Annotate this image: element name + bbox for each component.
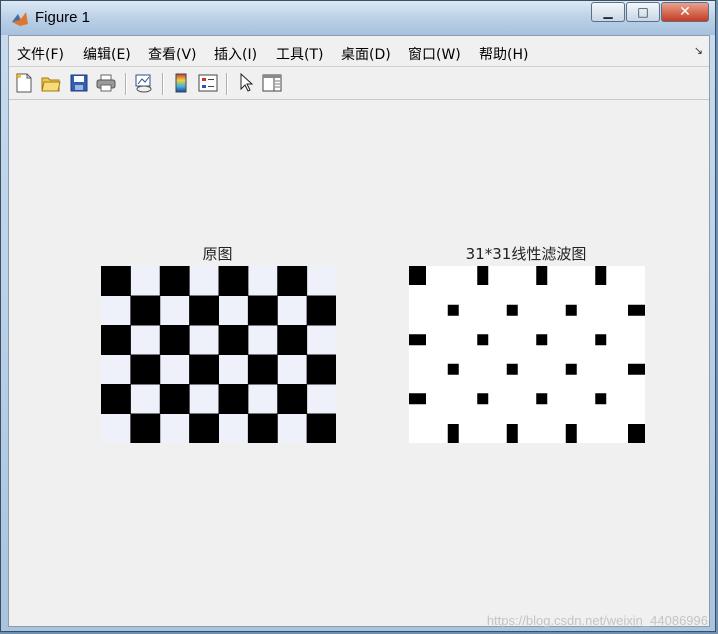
checker-square — [159, 384, 190, 414]
menu-tools[interactable]: 工具(T) — [276, 44, 323, 64]
checker-square — [189, 295, 219, 326]
checker-square — [218, 384, 249, 414]
filtered-blob — [447, 304, 459, 316]
menu-overflow-icon[interactable]: ↘ — [694, 44, 703, 57]
checker-square — [247, 354, 278, 385]
filtered-blob — [595, 266, 607, 285]
tool-bar — [9, 67, 709, 100]
checker-square — [130, 413, 161, 443]
checker-square — [306, 354, 336, 385]
filtered-blob — [565, 363, 577, 375]
checker-square — [101, 266, 131, 296]
filtered-blob — [506, 424, 518, 443]
pointer-icon[interactable] — [235, 72, 257, 94]
filtered-blob — [536, 334, 548, 346]
checker-square — [159, 325, 190, 355]
filtered-blob — [536, 393, 548, 405]
new-figure-icon[interactable] — [13, 72, 35, 94]
menu-file[interactable]: 文件(F) — [17, 44, 64, 64]
checker-square — [189, 413, 219, 443]
image-background — [409, 266, 645, 443]
filtered-image[interactable] — [409, 266, 645, 443]
checker-square — [277, 266, 308, 296]
legend-icon[interactable] — [197, 72, 219, 94]
figure-client: 文件(F) 编辑(E) 查看(V) 插入(I) 工具(T) 桌面(D) 窗口(W… — [8, 35, 710, 627]
menu-edit[interactable]: 编辑(E) — [83, 44, 131, 64]
filtered-blob — [447, 424, 459, 443]
toolbar-separator — [125, 73, 127, 95]
save-icon[interactable] — [68, 72, 90, 94]
menu-bar: 文件(F) 编辑(E) 查看(V) 插入(I) 工具(T) 桌面(D) 窗口(W… — [9, 36, 709, 67]
filtered-blob — [565, 304, 577, 316]
checker-square — [101, 325, 131, 355]
filtered-blob — [595, 393, 607, 405]
filtered-blob — [447, 363, 459, 375]
filtered-blob — [628, 363, 645, 375]
colorbar-icon[interactable] — [170, 72, 192, 94]
close-button[interactable]: ✕ — [661, 2, 709, 22]
checker-square — [306, 295, 336, 326]
filtered-blob — [477, 393, 489, 405]
matlab-icon — [12, 12, 28, 26]
left-axes-title: 原图 — [202, 245, 233, 263]
filtered-blob — [565, 424, 577, 443]
filtered-blob — [477, 266, 489, 285]
filtered-blob — [409, 393, 426, 405]
filtered-blob — [477, 334, 489, 346]
filtered-blob — [628, 304, 645, 316]
filtered-blob — [506, 304, 518, 316]
checker-square — [101, 384, 131, 414]
checker-square — [159, 266, 190, 296]
filtered-blob — [409, 334, 426, 346]
window-title: Figure 1 — [35, 9, 91, 26]
original-image[interactable] — [101, 266, 336, 443]
filtered-blob — [506, 363, 518, 375]
checker-square — [189, 354, 219, 385]
property-editor-icon[interactable] — [261, 72, 283, 94]
minimize-button[interactable]: ▁ — [591, 2, 625, 22]
checker-square — [277, 384, 308, 414]
checker-square — [306, 413, 336, 443]
checker-square — [247, 295, 278, 326]
title-bar[interactable]: Figure 1 ▁ □ ✕ — [1, 1, 715, 35]
toolbar-separator — [162, 73, 164, 95]
figure-canvas[interactable]: 原图 31*31线性滤波图 — [9, 100, 709, 626]
filtered-blob — [536, 266, 548, 285]
menu-help[interactable]: 帮助(H) — [479, 44, 528, 64]
menu-insert[interactable]: 插入(I) — [214, 44, 257, 64]
watermark: https://blog.csdn.net/weixin_44086996 — [486, 613, 708, 628]
toolbar-separator — [226, 73, 228, 95]
menu-view[interactable]: 查看(V) — [148, 44, 197, 64]
filtered-blob — [409, 266, 426, 285]
open-file-icon[interactable] — [40, 72, 62, 94]
checker-square — [218, 325, 249, 355]
filtered-blob — [628, 424, 645, 443]
print-icon[interactable] — [95, 72, 117, 94]
checker-square — [130, 295, 161, 326]
window-controls: ▁ □ ✕ — [590, 2, 709, 22]
right-axes-title: 31*31线性滤波图 — [465, 245, 587, 263]
filtered-blob — [595, 334, 607, 346]
menu-desktop[interactable]: 桌面(D) — [341, 44, 391, 64]
checker-square — [247, 413, 278, 443]
checker-square — [130, 354, 161, 385]
menu-window[interactable]: 窗口(W) — [408, 44, 461, 64]
link-plot-icon[interactable] — [133, 72, 155, 94]
maximize-button[interactable]: □ — [626, 2, 660, 22]
checker-square — [277, 325, 308, 355]
checker-square — [218, 266, 249, 296]
figure-window: Figure 1 ▁ □ ✕ 文件(F) 编辑(E) 查看(V) 插入(I) 工… — [0, 0, 716, 632]
